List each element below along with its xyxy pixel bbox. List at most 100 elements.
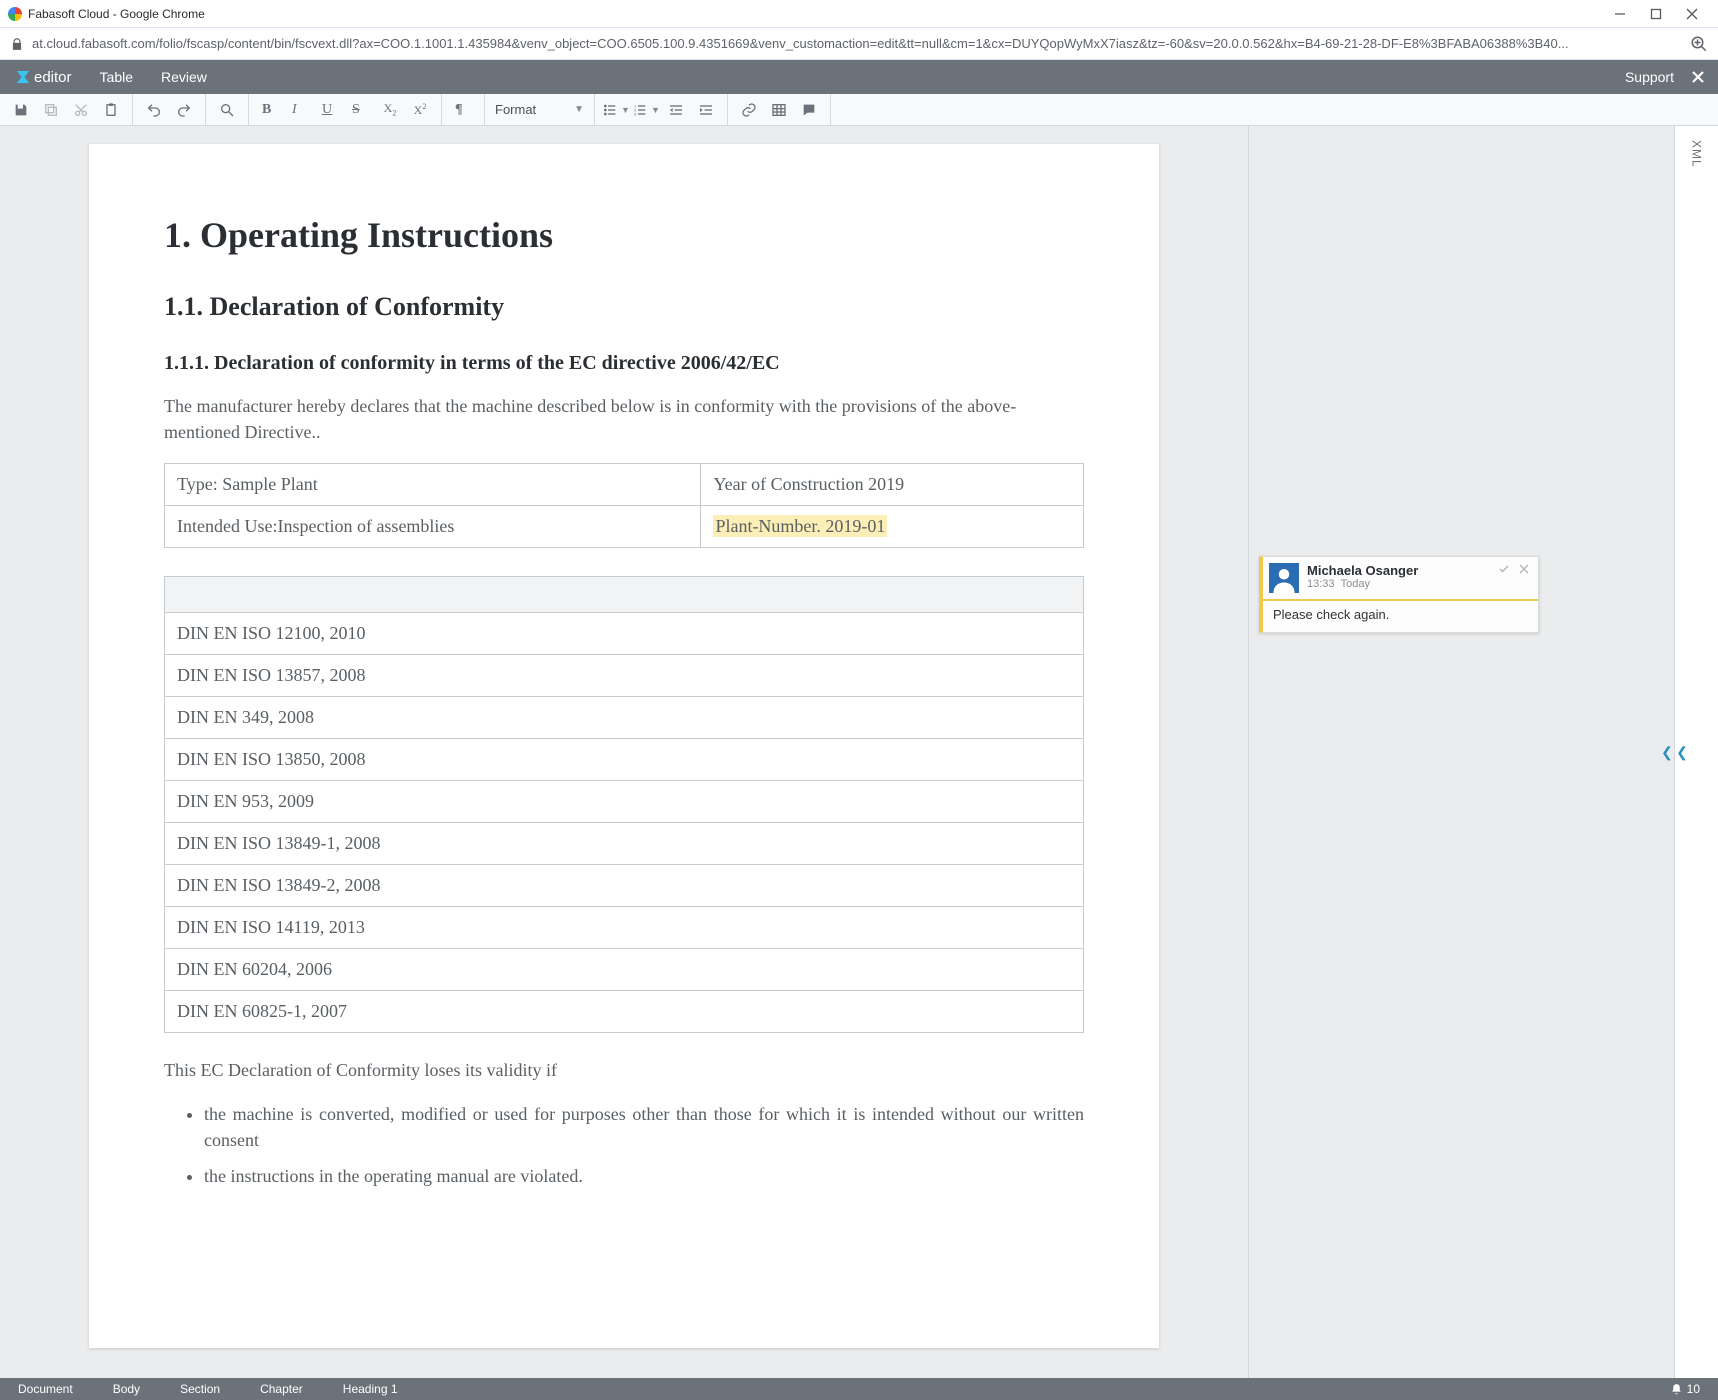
comment-button[interactable] [794, 94, 824, 125]
table-cell: DIN EN 953, 2009 [165, 781, 1084, 823]
table-row: DIN EN ISO 13849-1, 2008 [165, 823, 1084, 865]
heading-2: 1.1. Declaration of Conformity [164, 292, 1084, 322]
breadcrumb[interactable]: Heading 1 [343, 1382, 398, 1396]
validity-intro: This EC Declaration of Conformity loses … [164, 1057, 1084, 1083]
support-link[interactable]: Support [1625, 69, 1674, 85]
list-item: the machine is converted, modified or us… [204, 1101, 1084, 1153]
notifications-button[interactable]: 10 [1670, 1382, 1700, 1396]
window-close-button[interactable] [1674, 0, 1710, 27]
table-cell: DIN EN ISO 13849-2, 2008 [165, 865, 1084, 907]
breadcrumb[interactable]: Body [113, 1382, 140, 1396]
table-cell: DIN EN 60204, 2006 [165, 949, 1084, 991]
indent-button[interactable] [691, 94, 721, 125]
undo-button[interactable] [139, 94, 169, 125]
delete-comment-icon[interactable] [1518, 563, 1530, 575]
browser-titlebar: Fabasoft Cloud - Google Chrome [0, 0, 1718, 28]
window-minimize-button[interactable] [1602, 0, 1638, 27]
window-maximize-button[interactable] [1638, 0, 1674, 27]
outdent-button[interactable] [661, 94, 691, 125]
logo-mark-icon [14, 68, 32, 86]
avatar-icon [1269, 563, 1299, 593]
accept-comment-icon[interactable] [1498, 563, 1510, 575]
heading-1: 1. Operating Instructions [164, 214, 1084, 256]
paragraph-button[interactable]: ¶ [448, 94, 478, 125]
paste-button[interactable] [96, 94, 126, 125]
search-button[interactable] [212, 94, 242, 125]
table-row: DIN EN ISO 13849-2, 2008 [165, 865, 1084, 907]
table-cell: DIN EN ISO 12100, 2010 [165, 613, 1084, 655]
table-cell: Intended Use:Inspection of assemblies [165, 506, 701, 548]
table-cell: DIN EN ISO 13850, 2008 [165, 739, 1084, 781]
svg-text:3: 3 [634, 111, 637, 116]
table-header [165, 577, 1084, 613]
app-header: editor Table Review Support [0, 60, 1718, 94]
table-cell: Year of Construction 2019 [701, 464, 1084, 506]
table-cell: DIN EN ISO 14119, 2013 [165, 907, 1084, 949]
strikethrough-button[interactable]: S [345, 94, 375, 125]
table-row: DIN EN 60825-1, 2007 [165, 991, 1084, 1033]
table-row: DIN EN ISO 12100, 2010 [165, 613, 1084, 655]
table-row: DIN EN ISO 14119, 2013 [165, 907, 1084, 949]
table-cell: DIN EN 60825-1, 2007 [165, 991, 1084, 1033]
format-dropdown[interactable]: Format ▼ [485, 94, 595, 125]
table-row: DIN EN ISO 13850, 2008 [165, 739, 1084, 781]
notifications-count: 10 [1687, 1382, 1700, 1396]
xml-panel-label[interactable]: XML [1690, 140, 1704, 168]
bold-button[interactable]: B [255, 94, 285, 125]
table-row: Intended Use:Inspection of assemblies Pl… [165, 506, 1084, 548]
chevron-down-icon: ▼ [574, 104, 584, 115]
format-label: Format [495, 102, 536, 117]
document-viewport[interactable]: 1. Operating Instructions 1.1. Declarati… [0, 126, 1248, 1378]
window-title: Fabasoft Cloud - Google Chrome [28, 7, 205, 21]
table-row: DIN EN 953, 2009 [165, 781, 1084, 823]
standards-table: DIN EN ISO 12100, 2010 DIN EN ISO 13857,… [164, 576, 1084, 1033]
highlighted-text: Plant-Number. 2019-01 [713, 515, 887, 537]
main-area: 1. Operating Instructions 1.1. Declarati… [0, 126, 1718, 1378]
app-logo: editor [14, 68, 72, 86]
info-table: Type: Sample Plant Year of Construction … [164, 463, 1084, 548]
subscript-button[interactable]: X2 [375, 94, 405, 125]
collapse-comments-icon[interactable]: ❮ [1659, 740, 1675, 764]
copy-button[interactable] [36, 94, 66, 125]
toolbar: B I U S X2 X2 ¶ Format ▼ ▼ 123▼ [0, 94, 1718, 126]
link-button[interactable] [734, 94, 764, 125]
underline-button[interactable]: U [315, 94, 345, 125]
table-row: DIN EN ISO 13857, 2008 [165, 655, 1084, 697]
app-close-icon[interactable] [1692, 71, 1704, 83]
comment-card[interactable]: Michaela Osanger 13:33 Today Please chec… [1259, 556, 1539, 633]
comment-meta: 13:33 Today [1307, 578, 1418, 590]
breadcrumb[interactable]: Document [18, 1382, 73, 1396]
bullet-list-button[interactable]: ▼ [601, 94, 631, 125]
comments-panel: Michaela Osanger 13:33 Today Please chec… [1248, 126, 1674, 1378]
superscript-button[interactable]: X2 [405, 94, 435, 125]
italic-button[interactable]: I [285, 94, 315, 125]
url-text[interactable]: at.cloud.fabasoft.com/folio/fscasp/conte… [32, 36, 1682, 51]
bell-icon [1670, 1383, 1683, 1396]
validity-list: the machine is converted, modified or us… [164, 1101, 1084, 1189]
save-button[interactable] [6, 94, 36, 125]
collapse-xml-icon[interactable]: ❮ [1674, 740, 1690, 764]
table-cell: Plant-Number. 2019-01 [701, 506, 1084, 548]
breadcrumb[interactable]: Chapter [260, 1382, 303, 1396]
table-cell: DIN EN ISO 13857, 2008 [165, 655, 1084, 697]
status-bar: Document Body Section Chapter Heading 1 … [0, 1378, 1718, 1400]
redo-button[interactable] [169, 94, 199, 125]
zoom-icon[interactable] [1690, 35, 1708, 53]
table-cell: DIN EN 349, 2008 [165, 697, 1084, 739]
intro-paragraph: The manufacturer hereby declares that th… [164, 393, 1084, 445]
heading-3: 1.1.1. Declaration of conformity in term… [164, 352, 1084, 375]
numbered-list-button[interactable]: 123▼ [631, 94, 661, 125]
cut-button[interactable] [66, 94, 96, 125]
breadcrumb[interactable]: Section [180, 1382, 220, 1396]
menu-table[interactable]: Table [100, 69, 133, 85]
xml-panel: XML ❮ [1674, 126, 1718, 1378]
browser-addressbar: at.cloud.fabasoft.com/folio/fscasp/conte… [0, 28, 1718, 60]
table-row: Type: Sample Plant Year of Construction … [165, 464, 1084, 506]
document-page[interactable]: 1. Operating Instructions 1.1. Declarati… [89, 144, 1159, 1348]
table-row: DIN EN 60204, 2006 [165, 949, 1084, 991]
chrome-icon [8, 7, 22, 21]
insert-table-button[interactable] [764, 94, 794, 125]
table-row: DIN EN 349, 2008 [165, 697, 1084, 739]
menu-review[interactable]: Review [161, 69, 207, 85]
lock-icon [10, 37, 24, 51]
